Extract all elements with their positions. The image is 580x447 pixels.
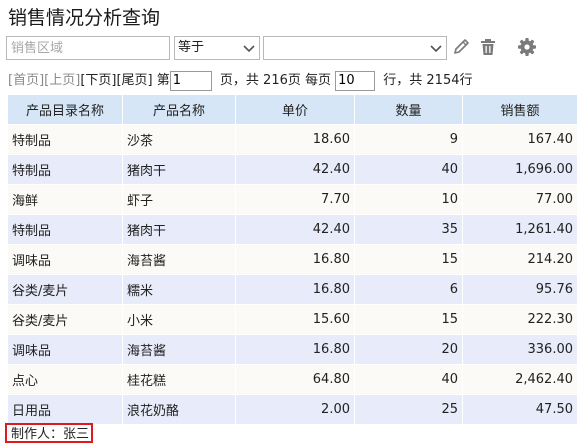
- table-cell: 特制品: [7, 214, 123, 245]
- table-cell: 16.80: [235, 244, 355, 275]
- table-cell: 167.40: [462, 124, 578, 155]
- table-row[interactable]: 日用品 浪花奶酪 2.00 25 47.50: [7, 394, 578, 425]
- pagination-bar: [首页][上页][下页][尾页] 第 页，共 216页 每页 行，共 2154行: [8, 70, 473, 92]
- table-body: 特制品 沙茶 18.60 9 167.40 特制品 猪肉干 42.40 40 1,696.00 海鲜…: [7, 124, 578, 425]
- column-header[interactable]: 数量: [354, 94, 463, 125]
- table-cell: 小米: [122, 304, 236, 335]
- table-cell: 42.40: [235, 154, 355, 185]
- table-cell: 特制品: [7, 154, 123, 185]
- table-cell: 沙茶: [122, 124, 236, 155]
- table-cell: 桂花糕: [122, 364, 236, 395]
- table-cell: 浪花奶酪: [122, 394, 236, 425]
- sales-table: 产品目录名称 产品名称 单价 数量 销售额 特制品 沙茶 18.60 9 167.40 特…: [7, 94, 578, 425]
- page-prefix-label: 第: [156, 73, 170, 88]
- operator-select[interactable]: 等于: [174, 36, 260, 60]
- table-cell: 15.60: [235, 304, 355, 335]
- table-cell: 海苔酱: [122, 334, 236, 365]
- table-cell: 40: [354, 364, 463, 395]
- report-page: 销售情况分析查询 等于: [0, 0, 580, 447]
- table-row[interactable]: 谷类/麦片 小米 15.60 15 222.30: [7, 304, 578, 335]
- first-page-link[interactable]: [首页]: [8, 70, 44, 92]
- table-row[interactable]: 特制品 猪肉干 42.40 40 1,696.00: [7, 154, 578, 185]
- table-cell: 15: [354, 304, 463, 335]
- table-row[interactable]: 特制品 猪肉干 42.40 35 1,261.40: [7, 214, 578, 245]
- table-cell: 2,462.40: [462, 364, 578, 395]
- page-number-input[interactable]: [169, 71, 212, 91]
- table-cell: 1,261.40: [462, 214, 578, 245]
- value-select[interactable]: [263, 36, 447, 60]
- table-header-row: 产品目录名称 产品名称 单价 数量 销售额: [7, 94, 578, 125]
- table-cell: 海鲜: [7, 184, 123, 215]
- last-page-link[interactable]: [尾页]: [116, 70, 152, 92]
- table-cell: 6: [354, 274, 463, 305]
- table-cell: 虾子: [122, 184, 236, 215]
- table-row[interactable]: 谷类/麦片 糯米 16.80 6 95.76: [7, 274, 578, 305]
- table-cell: 9: [354, 124, 463, 155]
- table-cell: 20: [354, 334, 463, 365]
- table-cell: 35: [354, 214, 463, 245]
- table-cell: 47.50: [462, 394, 578, 425]
- table-cell: 日用品: [7, 394, 123, 425]
- table-cell: 25: [354, 394, 463, 425]
- operator-select-value: 等于: [178, 40, 205, 55]
- table-cell: 调味品: [7, 244, 123, 275]
- table-row[interactable]: 特制品 沙茶 18.60 9 167.40: [7, 124, 578, 155]
- total-rows-label: 行，共 2154行: [383, 73, 473, 88]
- table-cell: 16.80: [235, 334, 355, 365]
- table-cell: 18.60: [235, 124, 355, 155]
- page-title: 销售情况分析查询: [8, 7, 161, 29]
- chevron-down-icon: [430, 45, 442, 53]
- prev-page-link[interactable]: [上页]: [44, 70, 80, 92]
- next-page-link[interactable]: [下页]: [80, 70, 116, 92]
- table-cell: 336.00: [462, 334, 578, 365]
- author-label: 制作人：张三: [5, 423, 93, 443]
- table-row[interactable]: 点心 桂花糕 64.80 40 2,462.40: [7, 364, 578, 395]
- table-row[interactable]: 调味品 海苔酱 16.80 15 214.20: [7, 244, 578, 275]
- total-pages-label: 页，共 216页 每页: [219, 73, 331, 88]
- table-cell: 214.20: [462, 244, 578, 275]
- column-header[interactable]: 产品名称: [122, 94, 236, 125]
- gear-icon[interactable]: [516, 36, 538, 58]
- table-cell: 95.76: [462, 274, 578, 305]
- trash-icon[interactable]: [477, 36, 499, 58]
- table-cell: 猪肉干: [122, 214, 236, 245]
- table-cell: 1,696.00: [462, 154, 578, 185]
- table-cell: 222.30: [462, 304, 578, 335]
- table-cell: 调味品: [7, 334, 123, 365]
- table-cell: 42.40: [235, 214, 355, 245]
- table-cell: 40: [354, 154, 463, 185]
- column-header[interactable]: 单价: [235, 94, 355, 125]
- pencil-icon[interactable]: [450, 36, 472, 58]
- table-cell: 64.80: [235, 364, 355, 395]
- chevron-down-icon: [243, 45, 255, 53]
- column-header[interactable]: 销售额: [462, 94, 578, 125]
- table-cell: 15: [354, 244, 463, 275]
- table-cell: 特制品: [7, 124, 123, 155]
- table-cell: 10: [354, 184, 463, 215]
- field-name-box[interactable]: [6, 36, 170, 60]
- table-cell: 海苔酱: [122, 244, 236, 275]
- table-cell: 16.80: [235, 274, 355, 305]
- table-cell: 77.00: [462, 184, 578, 215]
- rows-per-page-input[interactable]: [335, 71, 376, 91]
- table-cell: 谷类/麦片: [7, 274, 123, 305]
- field-name-input[interactable]: [7, 37, 169, 60]
- table-cell: 7.70: [235, 184, 355, 215]
- table-cell: 糯米: [122, 274, 236, 305]
- table-cell: 谷类/麦片: [7, 304, 123, 335]
- table-cell: 2.00: [235, 394, 355, 425]
- table-row[interactable]: 海鲜 虾子 7.70 10 77.00: [7, 184, 578, 215]
- table-cell: 猪肉干: [122, 154, 236, 185]
- table-cell: 点心: [7, 364, 123, 395]
- table-row[interactable]: 调味品 海苔酱 16.80 20 336.00: [7, 334, 578, 365]
- column-header[interactable]: 产品目录名称: [7, 94, 123, 125]
